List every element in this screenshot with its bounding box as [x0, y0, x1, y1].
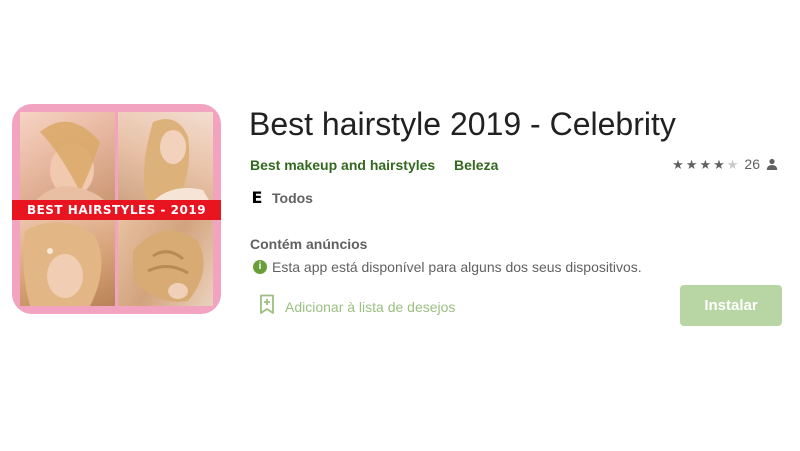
- wishlist-label: Adicionar à lista de desejos: [285, 299, 456, 315]
- app-title: Best hairstyle 2019 - Celebrity: [249, 106, 676, 142]
- app-icon-photo-1: [20, 112, 115, 207]
- star-icon: ★: [699, 156, 712, 172]
- star-rating: ★ ★ ★ ★ ★: [672, 158, 738, 171]
- add-to-wishlist-button[interactable]: Adicionar à lista de desejos: [259, 294, 455, 320]
- app-icon-photo-4: [118, 211, 213, 306]
- star-icon: ★: [672, 156, 684, 172]
- esrb-everyone-icon: E: [251, 187, 263, 207]
- app-icon-banner: BEST HAIRSTYLES - 2019: [12, 200, 221, 220]
- app-details-page: BEST HAIRSTYLES - 2019 Best hairstyle 20…: [0, 0, 800, 451]
- star-icon: ★: [713, 156, 725, 172]
- availability-text: Esta app está disponível para alguns dos…: [272, 259, 642, 275]
- app-icon-photo-2: [118, 112, 213, 207]
- bookmark-add-icon: [259, 294, 275, 320]
- app-icon-banner-text: BEST HAIRSTYLES - 2019: [26, 203, 207, 217]
- app-icon-photo-3: [20, 211, 115, 306]
- developer-link[interactable]: Best makeup and hairstyles: [250, 157, 435, 173]
- availability-notice: i Esta app está disponível para alguns d…: [253, 259, 642, 275]
- contains-ads-label: Contém anúncios: [250, 236, 368, 252]
- content-rating: E Todos: [250, 189, 313, 206]
- content-rating-label: Todos: [272, 189, 313, 206]
- person-icon: [766, 158, 778, 170]
- rating-summary: ★ ★ ★ ★ ★ 26: [672, 156, 778, 172]
- app-icon: BEST HAIRSTYLES - 2019: [12, 104, 221, 314]
- star-icon: ★: [685, 156, 698, 172]
- install-button[interactable]: Instalar: [680, 285, 782, 326]
- rating-count: 26: [744, 156, 760, 172]
- star-empty-icon: ★: [726, 156, 739, 172]
- category-link[interactable]: Beleza: [454, 157, 498, 173]
- info-icon: i: [253, 260, 267, 274]
